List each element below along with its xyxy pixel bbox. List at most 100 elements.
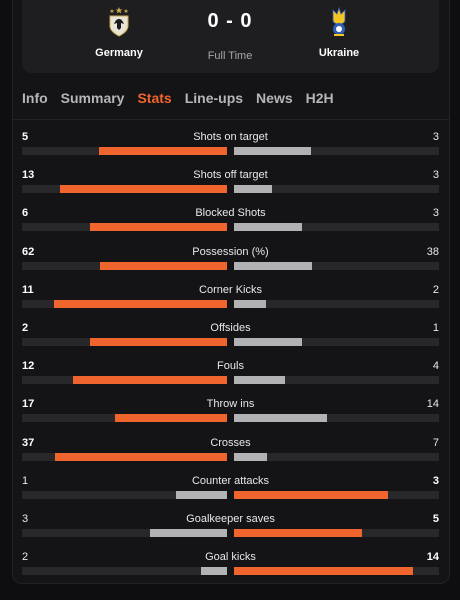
stat-row: 62 Possession (%) 38	[22, 246, 439, 284]
home-bar-track	[22, 147, 227, 155]
stat-row: 5 Shots on target 3	[22, 131, 439, 169]
away-bar-track	[234, 452, 439, 461]
stat-label: Goal kicks	[205, 551, 256, 564]
away-bar	[234, 452, 267, 461]
home-bar-track	[22, 299, 227, 308]
home-bar-track	[22, 337, 227, 346]
stat-label: Shots on target	[193, 131, 268, 143]
stat-row: 2 Offsides 1	[22, 322, 439, 360]
tab-news[interactable]: News	[256, 90, 293, 106]
stat-label: Crosses	[210, 436, 251, 449]
away-value: 3	[432, 207, 439, 220]
home-bar	[150, 528, 227, 537]
stat-label: Goalkeeper saves	[186, 512, 275, 525]
home-bar-track	[22, 452, 227, 461]
home-bar	[114, 414, 227, 423]
tab-info[interactable]: Info	[22, 90, 48, 106]
home-bar-track	[22, 223, 227, 232]
tab-stats[interactable]: Stats	[137, 90, 171, 106]
away-value: 38	[426, 245, 439, 258]
away-value: 1	[432, 321, 439, 334]
stat-row: 37 Crosses 7	[22, 437, 439, 475]
away-value: 3	[432, 474, 439, 487]
tab-bar: Info Summary Stats Line-ups News H2H	[22, 90, 347, 106]
away-bar	[234, 490, 388, 499]
away-team[interactable]: Ukraine	[274, 0, 404, 59]
stat-label: Possession (%)	[192, 245, 269, 258]
home-bar-track	[22, 490, 227, 499]
stat-row: 11 Corner Kicks 2	[22, 284, 439, 322]
away-bar	[234, 223, 303, 232]
stat-row: 13 Shots off target 3	[22, 169, 439, 207]
match-status: Full Time	[207, 50, 253, 62]
stat-row: 3 Goalkeeper saves 5	[22, 513, 439, 551]
home-bar-track	[22, 414, 227, 423]
away-bar-track	[234, 567, 439, 576]
stat-label: Fouls	[217, 360, 244, 373]
home-bar	[99, 261, 227, 270]
home-bar	[201, 567, 227, 576]
stat-row: 12 Fouls 4	[22, 360, 439, 398]
away-bar-track	[234, 147, 439, 155]
stat-label: Counter attacks	[191, 474, 270, 487]
away-bar	[234, 414, 327, 423]
away-value: 2	[432, 283, 439, 296]
home-bar-track	[22, 261, 227, 270]
away-bar-track	[234, 528, 439, 537]
away-bar-track	[234, 490, 439, 499]
tab-summary[interactable]: Summary	[61, 90, 125, 106]
home-bar	[73, 376, 227, 385]
home-bar	[90, 337, 227, 346]
stat-label: Throw ins	[206, 398, 255, 411]
away-bar	[234, 299, 266, 308]
away-bar-track	[234, 337, 439, 346]
away-bar-track	[234, 299, 439, 308]
away-value: 7	[432, 436, 439, 449]
away-bar	[234, 185, 273, 194]
away-bar	[234, 147, 311, 155]
home-bar	[53, 299, 227, 308]
home-bar-track	[22, 185, 227, 194]
home-bar-track	[22, 567, 227, 576]
away-bar	[234, 376, 286, 385]
away-value: 3	[432, 131, 439, 143]
home-bar-track	[22, 376, 227, 385]
home-bar-track	[22, 528, 227, 537]
home-bar	[98, 147, 227, 155]
away-bar-track	[234, 261, 439, 270]
home-bar	[54, 452, 227, 461]
home-team[interactable]: Germany	[54, 0, 184, 59]
away-bar	[234, 261, 312, 270]
tab-h2h[interactable]: H2H	[306, 90, 334, 106]
germany-crest-icon	[109, 7, 129, 37]
match-center: 0 - 0 Full Time	[180, 10, 280, 62]
home-bar	[175, 490, 227, 499]
stat-row: 6 Blocked Shots 3	[22, 207, 439, 245]
stat-label: Corner Kicks	[199, 283, 262, 296]
away-bar-track	[234, 376, 439, 385]
stat-label: Blocked Shots	[195, 207, 266, 220]
scoreboard: Germany 0 - 0 Full Time Ukraine	[22, 0, 439, 73]
away-team-name: Ukraine	[318, 47, 360, 59]
tab-lineups[interactable]: Line-ups	[185, 90, 243, 106]
tab-divider	[12, 119, 450, 120]
away-bar-track	[234, 223, 439, 232]
stats-list: 5 Shots on target 3 13 Shots off target …	[22, 131, 439, 589]
away-value: 14	[426, 398, 439, 411]
stat-row: 17 Throw ins 14	[22, 398, 439, 436]
away-bar-track	[234, 185, 439, 194]
home-team-name: Germany	[95, 47, 143, 59]
stat-row: 1 Counter attacks 3	[22, 475, 439, 513]
stat-label: Offsides	[210, 321, 251, 334]
stat-row: 2 Goal kicks 14	[22, 551, 439, 589]
stat-label: Shots off target	[193, 169, 268, 182]
away-bar	[234, 337, 303, 346]
home-bar	[60, 185, 227, 194]
away-value: 14	[426, 551, 439, 564]
home-bar	[90, 223, 227, 232]
match-score: 0 - 0	[207, 10, 253, 32]
away-value: 3	[432, 169, 439, 182]
away-value: 5	[432, 512, 439, 525]
away-value: 4	[432, 360, 439, 373]
away-bar	[234, 528, 363, 537]
